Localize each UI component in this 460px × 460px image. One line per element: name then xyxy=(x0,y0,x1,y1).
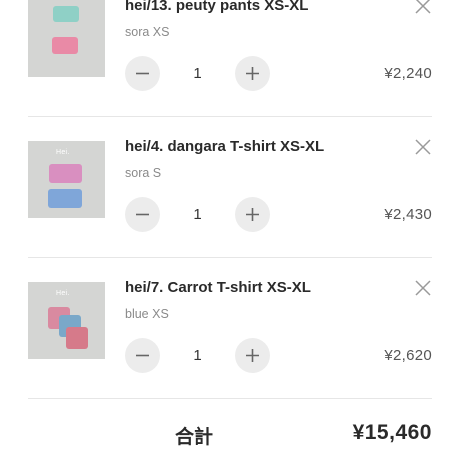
decrease-quantity-button[interactable] xyxy=(125,56,160,91)
quantity-value[interactable]: 1 xyxy=(180,197,215,232)
tshirt-icon xyxy=(49,164,82,183)
quantity-value[interactable]: 1 xyxy=(180,338,215,373)
cart-item: hei/13. peuty pants XS-XL sora XS 1 ¥2,2… xyxy=(0,0,460,122)
close-icon xyxy=(415,139,431,155)
increase-quantity-button[interactable] xyxy=(235,197,270,232)
product-title[interactable]: hei/7. Carrot T-shirt XS-XL xyxy=(125,279,311,296)
product-thumbnail[interactable]: Hei. xyxy=(28,141,105,218)
close-icon xyxy=(415,280,431,296)
minus-icon xyxy=(136,72,149,75)
remove-item-button[interactable] xyxy=(414,0,432,15)
product-thumbnail[interactable] xyxy=(28,0,105,77)
brand-mark: Hei. xyxy=(56,149,70,156)
remove-item-button[interactable] xyxy=(414,138,432,156)
item-price: ¥2,620 xyxy=(384,347,432,364)
pants-icon xyxy=(52,37,78,54)
divider xyxy=(28,116,432,117)
quantity-value[interactable]: 1 xyxy=(180,56,215,91)
remove-item-button[interactable] xyxy=(414,279,432,297)
cart-item: Hei. hei/4. dangara T-shirt XS-XL sora S… xyxy=(0,122,460,263)
cart-list: hei/13. peuty pants XS-XL sora XS 1 ¥2,2… xyxy=(0,0,460,404)
product-title[interactable]: hei/4. dangara T-shirt XS-XL xyxy=(125,138,324,155)
product-variant: sora XS xyxy=(125,25,170,39)
total-value: ¥15,460 xyxy=(352,421,432,444)
increase-quantity-button[interactable] xyxy=(235,338,270,373)
pants-icon xyxy=(53,6,79,22)
cart-total: 合計 ¥15,460 xyxy=(0,400,460,460)
decrease-quantity-button[interactable] xyxy=(125,197,160,232)
minus-icon xyxy=(136,213,149,216)
item-price: ¥2,430 xyxy=(384,206,432,223)
product-variant: sora S xyxy=(125,166,162,180)
tshirt-icon xyxy=(48,189,82,208)
total-label: 合計 xyxy=(175,426,214,448)
divider xyxy=(28,257,432,258)
brand-mark: Hei. xyxy=(56,290,70,297)
cart-item: Hei. hei/7. Carrot T-shirt XS-XL blue XS… xyxy=(0,263,460,404)
plus-icon xyxy=(246,349,259,362)
item-price: ¥2,240 xyxy=(384,65,432,82)
close-icon xyxy=(415,0,431,14)
product-title[interactable]: hei/13. peuty pants XS-XL xyxy=(125,0,308,14)
plus-icon xyxy=(246,67,259,80)
decrease-quantity-button[interactable] xyxy=(125,338,160,373)
product-thumbnail[interactable]: Hei. xyxy=(28,282,105,359)
tshirt-icon xyxy=(66,327,88,349)
plus-icon xyxy=(246,208,259,221)
increase-quantity-button[interactable] xyxy=(235,56,270,91)
product-variant: blue XS xyxy=(125,307,169,321)
minus-icon xyxy=(136,354,149,357)
divider xyxy=(28,398,432,399)
